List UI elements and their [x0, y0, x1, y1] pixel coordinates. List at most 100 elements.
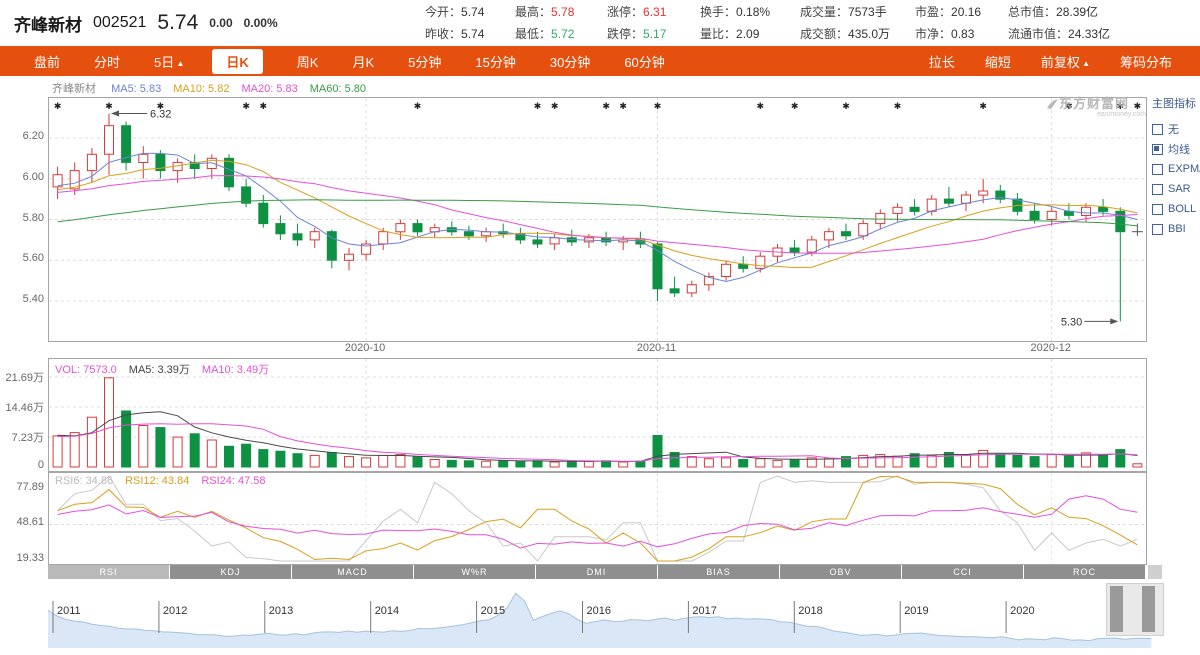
svg-text:2017: 2017: [692, 605, 716, 617]
nav-item-5分钟[interactable]: 5分钟: [408, 52, 441, 71]
tab-RSI[interactable]: RSI: [48, 565, 169, 579]
svg-text:✱: ✱: [842, 101, 850, 111]
svg-text:✱: ✱: [54, 101, 62, 111]
tab-BIAS[interactable]: BIAS: [658, 565, 779, 579]
nav-item-分时[interactable]: 分时: [94, 52, 120, 71]
nav-item-30分钟[interactable]: 30分钟: [550, 52, 590, 71]
stat: 成交量：7573手: [800, 2, 890, 22]
tab-KDJ[interactable]: KDJ: [170, 565, 291, 579]
stat-value: 24.33亿: [1068, 27, 1110, 41]
stat-column: 成交量：7573手成交额：435.0万: [800, 0, 890, 44]
volume-legend-item: MA10: 3.49万: [202, 364, 269, 376]
stat-column: 最高：5.78最低：5.72: [515, 0, 574, 44]
svg-text:✱: ✱: [979, 101, 987, 111]
y-tick-label: 77.89: [4, 481, 44, 493]
stat: 市净：0.83: [915, 24, 981, 44]
indicator-option-均线[interactable]: 均线: [1152, 139, 1200, 159]
indicator-option-BOLL[interactable]: BOLL: [1152, 199, 1200, 219]
nav-item-月K[interactable]: 月K: [352, 52, 374, 71]
stat-value: 5.78: [551, 5, 574, 19]
timeline-left-handle[interactable]: [1110, 586, 1123, 632]
chevron-up-icon: ▲: [174, 59, 184, 68]
y-tick-label: 6.00: [4, 171, 44, 183]
svg-text:✱: ✱: [619, 101, 627, 111]
svg-text:2013: 2013: [269, 605, 293, 617]
tab-OBV[interactable]: OBV: [780, 565, 901, 579]
svg-text:2018: 2018: [798, 605, 822, 617]
nav-item-日K[interactable]: 日K: [212, 49, 262, 74]
checkbox-icon[interactable]: [1152, 184, 1163, 195]
indicator-option-BBI[interactable]: BBI: [1152, 219, 1200, 239]
svg-text:2019: 2019: [904, 605, 928, 617]
nav-item-筹码分布[interactable]: 筹码分布: [1120, 52, 1172, 71]
y-tick-label: 7.23万: [4, 429, 44, 445]
tabbar-scroll-button[interactable]: [1148, 565, 1162, 579]
y-tick-label: 0: [4, 459, 44, 471]
y-tick-label: 48.61: [4, 516, 44, 528]
indicator-option-无[interactable]: 无: [1152, 119, 1200, 139]
tab-DMI[interactable]: DMI: [536, 565, 657, 579]
tab-CCI[interactable]: CCI: [902, 565, 1023, 579]
y-tick-label: 21.69万: [4, 369, 44, 385]
checkbox-icon[interactable]: [1152, 124, 1163, 135]
watermark-subtext: eastmoney.com: [1046, 111, 1146, 118]
y-tick-label: 5.40: [4, 293, 44, 305]
stat: 最高：5.78: [515, 2, 574, 22]
indicator-option-EXPMA[interactable]: EXPMA: [1152, 159, 1200, 179]
timeline-right-handle[interactable]: [1142, 586, 1155, 632]
svg-text:✱: ✱: [551, 101, 559, 111]
nav-item-15分钟[interactable]: 15分钟: [475, 52, 515, 71]
main-indicator-panel: 主图指标 无均线EXPMASARBOLLBBI: [1152, 95, 1200, 239]
stat-value: 5.17: [643, 27, 666, 41]
y-tick-label: 6.20: [4, 130, 44, 142]
nav-item-5日[interactable]: 5日 ▲: [154, 52, 184, 71]
stat: 总市值：28.39亿: [1008, 2, 1110, 22]
stat-label: 最低：: [515, 27, 551, 41]
history-timeline[interactable]: 2011201220132014201520162017201820192020: [48, 583, 1160, 650]
tab-W%R[interactable]: W%R: [414, 565, 535, 579]
checkbox-icon[interactable]: [1152, 164, 1163, 175]
navbar: 盘前 分时 5日 ▲ 日K 周K 月K 5分钟 15分钟 30分钟 60分钟 拉长 缩短 前复权 ▲ 筹码…: [0, 46, 1200, 76]
x-tick-label: 2020-11: [621, 342, 691, 354]
nav-item-周K[interactable]: 周K: [297, 52, 319, 71]
chevron-up-icon: ▲: [1080, 59, 1090, 68]
x-tick-label: 2020-10: [330, 342, 400, 354]
stat-label: 流通市值：: [1008, 27, 1068, 41]
stat: 成交额：435.0万: [800, 24, 890, 44]
checkbox-icon[interactable]: [1152, 144, 1163, 155]
nav-item-盘前[interactable]: 盘前: [34, 52, 60, 71]
tab-ROC[interactable]: ROC: [1024, 565, 1145, 579]
eastmoney-logo-icon: [1046, 99, 1059, 109]
ma-legend-item: MA60: 5.80: [310, 83, 366, 95]
stock-name: 齐峰新材: [14, 11, 82, 36]
stat-label: 换手：: [700, 5, 736, 19]
svg-text:✱: ✱: [602, 101, 610, 111]
main-candlestick-chart[interactable]: ✱✱✱✱✱✱✱✱✱✱✱✱✱✱✱✱✱✱✱6.325.30: [48, 97, 1147, 342]
stat-value: 0.18%: [736, 5, 770, 19]
y-tick-label: 5.60: [4, 252, 44, 264]
stat-value: 5.74: [461, 27, 484, 41]
stat-value: 6.31: [643, 5, 666, 19]
tab-MACD[interactable]: MACD: [292, 565, 413, 579]
checkbox-icon[interactable]: [1152, 224, 1163, 235]
stat-column: 市盈：20.16市净：0.83: [915, 0, 981, 44]
svg-text:2015: 2015: [481, 605, 505, 617]
stat: 流通市值：24.33亿: [1008, 24, 1110, 44]
svg-text:6.32: 6.32: [150, 109, 171, 121]
rsi-legend: RSI6: 34.86RSI12: 43.84RSI24: 47.58: [55, 475, 278, 487]
stat-label: 量比：: [700, 27, 736, 41]
svg-text:✱: ✱: [414, 101, 422, 111]
checkbox-icon[interactable]: [1152, 204, 1163, 215]
nav-item-拉长[interactable]: 拉长: [929, 52, 955, 71]
svg-text:2014: 2014: [375, 605, 399, 617]
ma-legend-item: MA10: 5.82: [173, 83, 229, 95]
nav-item-前复权[interactable]: 前复权 ▲: [1041, 52, 1090, 71]
rsi-legend-item: RSI6: 34.86: [55, 475, 113, 487]
stat-label: 总市值：: [1008, 5, 1056, 19]
nav-item-缩短[interactable]: 缩短: [985, 52, 1011, 71]
stat: 今开：5.74: [425, 2, 484, 22]
stat-column: 今开：5.74昨收：5.74: [425, 0, 484, 44]
indicator-option-SAR[interactable]: SAR: [1152, 179, 1200, 199]
stat-label: 市盈：: [915, 5, 951, 19]
nav-item-60分钟[interactable]: 60分钟: [624, 52, 664, 71]
